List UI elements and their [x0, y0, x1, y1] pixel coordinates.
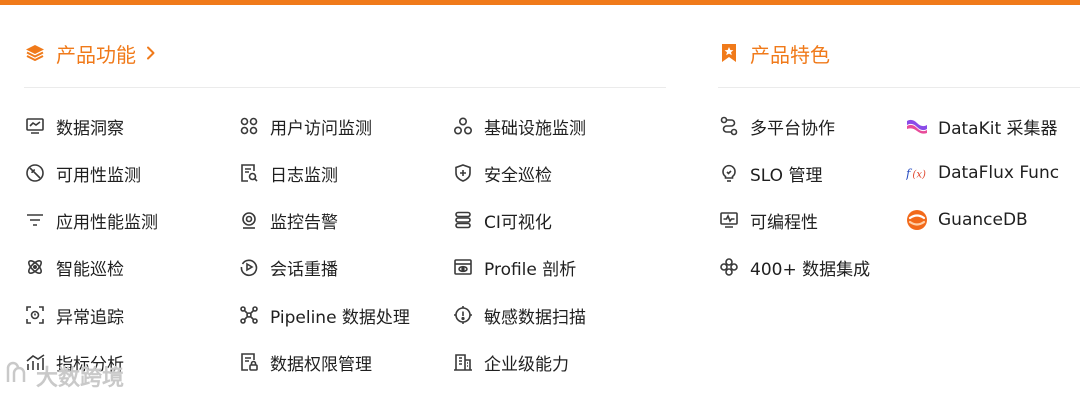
workflow-icon	[718, 115, 740, 137]
feature-label: 数据权限管理	[270, 354, 372, 375]
datakit-logo-icon	[906, 115, 928, 137]
feature-label: 数据洞察	[56, 118, 124, 139]
highlights-header: 产品特色	[718, 38, 830, 68]
highlight-slo[interactable]: SLO 管理	[718, 158, 822, 188]
feature-label: 基础设施监测	[484, 118, 586, 139]
highlight-label: 400+ 数据集成	[750, 259, 871, 280]
feature-user-access-monitoring[interactable]: 用户访问监测	[238, 111, 372, 141]
feature-data-insight[interactable]: 数据洞察	[24, 111, 124, 141]
top-accent-bar	[0, 0, 1080, 5]
watermark-text: 大数跨境	[36, 366, 125, 391]
feature-session-replay[interactable]: 会话重播	[238, 252, 338, 282]
camera-alarm-icon	[238, 209, 260, 231]
highlight-label: DataKit 采集器	[938, 118, 1058, 139]
feature-label: CI可视化	[484, 212, 552, 233]
feature-enterprise[interactable]: 企业级能力	[452, 347, 569, 377]
feature-label: 安全巡检	[484, 165, 552, 186]
feature-label: 日志监测	[270, 165, 338, 186]
feature-availability-monitoring[interactable]: 可用性监测	[24, 158, 141, 188]
feature-label: 企业级能力	[484, 354, 569, 375]
features-title: 产品功能	[56, 42, 136, 67]
document-search-icon	[238, 162, 260, 184]
feature-label: 异常追踪	[56, 307, 124, 328]
grid-circles-icon	[238, 115, 260, 137]
layers-icon	[24, 42, 46, 64]
feature-pipeline[interactable]: Pipeline 数据处理	[238, 300, 410, 330]
code-monitor-icon	[718, 209, 740, 231]
feature-monitoring-alerts[interactable]: 监控告警	[238, 205, 338, 235]
circle-slash-icon	[24, 162, 46, 184]
feature-apm[interactable]: 应用性能监测	[24, 205, 158, 235]
feature-label: Pipeline 数据处理	[270, 307, 410, 328]
feature-log-monitoring[interactable]: 日志监测	[238, 158, 338, 188]
document-lock-icon	[238, 351, 260, 373]
highlight-label: 可编程性	[750, 212, 818, 233]
highlight-dataflux-func[interactable]: f (x) DataFlux Func	[906, 158, 1059, 188]
feature-label: 应用性能监测	[56, 212, 158, 233]
browser-eye-icon	[452, 256, 474, 278]
highlight-label: DataFlux Func	[938, 163, 1060, 183]
chevron-right-icon	[146, 46, 156, 60]
highlight-guancedb[interactable]: GuanceDB	[906, 205, 1028, 235]
three-circles-icon	[452, 115, 474, 137]
server-stack-icon	[452, 209, 474, 231]
watermark-logo-icon	[4, 360, 30, 392]
feature-infrastructure-monitoring[interactable]: 基础设施监测	[452, 111, 586, 141]
bookmark-star-icon	[718, 42, 740, 64]
highlight-label: SLO 管理	[750, 165, 823, 186]
lightbulb-icon	[718, 162, 740, 184]
features-header[interactable]: 产品功能	[24, 38, 156, 68]
highlights-divider	[718, 87, 1080, 88]
feature-label: 智能巡检	[56, 259, 124, 280]
feature-smart-inspection[interactable]: 智能巡检	[24, 252, 124, 282]
feature-sensitive-data-scan[interactable]: 敏感数据扫描	[452, 300, 586, 330]
highlight-datakit[interactable]: DataKit 采集器	[906, 111, 1058, 141]
highlight-label: GuanceDB	[938, 210, 1028, 230]
feature-label: 会话重播	[270, 259, 338, 280]
svg-text:(x): (x)	[912, 169, 926, 181]
func-logo-icon: f (x)	[906, 162, 928, 184]
feature-label: 敏感数据扫描	[484, 307, 586, 328]
highlight-label: 多平台协作	[750, 118, 835, 139]
features-divider	[24, 87, 666, 88]
monitor-chart-icon	[24, 115, 46, 137]
highlights-title: 产品特色	[750, 42, 830, 67]
shield-icon	[452, 162, 474, 184]
integration-icon	[718, 256, 740, 278]
watermark: 大数跨境	[4, 360, 124, 392]
feature-data-permission[interactable]: 数据权限管理	[238, 347, 372, 377]
feature-ci-visualization[interactable]: CI可视化	[452, 205, 552, 235]
guancedb-logo-icon	[906, 209, 928, 231]
filter-lines-icon	[24, 209, 46, 231]
feature-label: 用户访问监测	[270, 118, 372, 139]
feature-profile[interactable]: Profile 剖析	[452, 252, 576, 282]
focus-target-icon	[24, 304, 46, 326]
replay-icon	[238, 256, 260, 278]
feature-label: 监控告警	[270, 212, 338, 233]
warning-scan-icon	[452, 304, 474, 326]
nodes-network-icon	[238, 304, 260, 326]
feature-security-inspection[interactable]: 安全巡检	[452, 158, 552, 188]
highlight-integrations[interactable]: 400+ 数据集成	[718, 252, 870, 282]
atom-icon	[24, 256, 46, 278]
highlight-multi-platform[interactable]: 多平台协作	[718, 111, 835, 141]
building-icon	[452, 351, 474, 373]
feature-label: Profile 剖析	[484, 259, 577, 280]
feature-error-tracking[interactable]: 异常追踪	[24, 300, 124, 330]
feature-label: 可用性监测	[56, 165, 141, 186]
highlight-programmability[interactable]: 可编程性	[718, 205, 818, 235]
